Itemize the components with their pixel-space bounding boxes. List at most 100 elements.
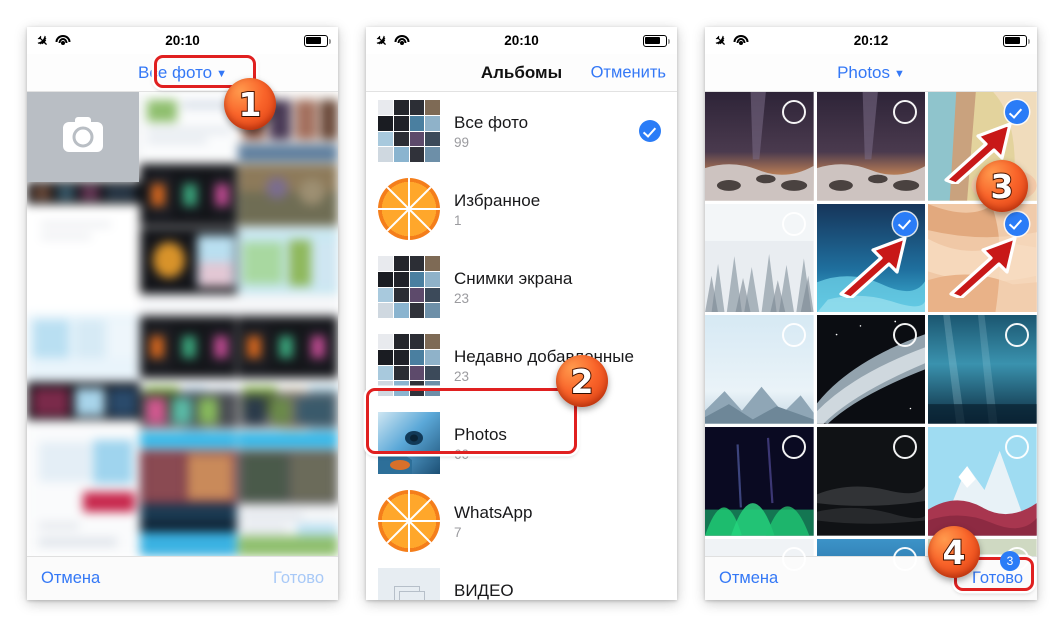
callout-badge-1: 1 [224, 78, 276, 130]
album-list[interactable]: Все фото 99 Избранное 1 Снимки экрана 23… [366, 92, 677, 600]
orange-slice-icon [378, 490, 440, 552]
status-right-icons-panel3 [1003, 34, 1031, 47]
album-row-favorites[interactable]: Избранное 1 [366, 170, 677, 248]
album-count: 23 [454, 291, 470, 307]
status-bar-panel3: ✈ 20:12 [705, 27, 1037, 54]
select-circle-icon[interactable] [781, 546, 806, 571]
toolbar-panel1: Отмена Готово [27, 556, 338, 600]
phone-panel-all-photos: ✈ 20:10 Все фото ▼ Отмена Готово [27, 27, 338, 600]
camera-button[interactable] [27, 92, 139, 182]
done-button-panel1[interactable]: Готово [273, 569, 324, 588]
album-thumbnail [378, 256, 440, 318]
album-picker-button-panel3[interactable]: Photos ▼ [837, 63, 905, 83]
grid-cell-8[interactable] [816, 315, 926, 425]
status-right-icons-panel2 [643, 34, 671, 47]
cancel-button-panel1[interactable]: Отмена [41, 569, 100, 588]
album-name: ВИДЕО [454, 580, 514, 600]
callout-badge-4: 4 [928, 526, 980, 578]
chevron-down-icon: ▼ [894, 67, 905, 80]
callout-badge-3-number: 3 [990, 166, 1015, 206]
blurred-photo-gallery[interactable] [27, 92, 338, 556]
select-circle-icon[interactable] [781, 323, 806, 348]
album-thumbnail [378, 178, 440, 240]
grid-cell-1[interactable] [705, 92, 814, 201]
album-text: Все фото 99 [454, 112, 639, 150]
grid-cell-10[interactable] [705, 427, 814, 536]
album-text: Снимки экрана 23 [454, 268, 665, 306]
orange-slice-icon [378, 178, 440, 240]
album-row-photos[interactable]: Photos 60 [366, 404, 677, 482]
arrow-to-check-cell5 [839, 236, 907, 298]
navbar-panel2: Альбомы Отменить [366, 54, 677, 92]
album-selected-check-icon [639, 120, 661, 142]
grid-cell-4[interactable] [705, 203, 814, 313]
status-time: 20:10 [165, 33, 200, 48]
album-text: ВИДЕО 4 [454, 580, 665, 600]
album-thumbnail [378, 100, 440, 162]
grid-cell-11[interactable] [816, 427, 926, 536]
album-row-recently-added[interactable]: Недавно добавленные 23 [366, 326, 677, 404]
album-count: 7 [454, 525, 462, 541]
camera-icon [63, 117, 103, 152]
grid-cell-12[interactable] [928, 427, 1037, 536]
album-count: 99 [454, 135, 470, 151]
callout-badge-4-number: 4 [942, 532, 967, 572]
select-circle-icon[interactable] [781, 100, 806, 124]
phone-panel-photos-grid: ✈ 20:12 Photos ▼ Отмена Готово [705, 27, 1037, 600]
grid-cell-7[interactable] [705, 315, 814, 425]
album-name: Все фото [454, 112, 529, 132]
battery-icon [304, 34, 332, 47]
collage-thumbnail [378, 100, 440, 162]
callout-badge-1-number: 1 [238, 84, 263, 124]
select-circle-icon[interactable] [1004, 435, 1029, 460]
grid-cell-9[interactable] [928, 315, 1037, 425]
status-time-panel3: 20:12 [853, 33, 889, 48]
photo-blue-thumbnail [378, 412, 440, 474]
album-name: Снимки экрана [454, 268, 573, 288]
done-button-panel3[interactable]: Готово [972, 569, 1023, 588]
status-time-panel2: 20:10 [504, 33, 539, 48]
album-row-whatsapp[interactable]: WhatsApp 7 [366, 482, 677, 560]
collage-thumbnail [378, 256, 440, 318]
select-circle-icon[interactable] [781, 435, 806, 460]
callout-badge-2-number: 2 [570, 361, 595, 401]
select-circle-icon[interactable] [781, 211, 806, 236]
status-bar: ✈ 20:10 [27, 27, 338, 54]
album-count: 1 [454, 213, 462, 229]
navbar-panel3: Photos ▼ [705, 54, 1037, 92]
chevron-down-icon: ▼ [216, 67, 228, 80]
page-title-albums: Альбомы [480, 62, 563, 82]
album-text: WhatsApp 7 [454, 502, 665, 540]
battery-icon [1003, 34, 1031, 47]
album-name: WhatsApp [454, 502, 533, 522]
collage-thumbnail [378, 334, 440, 396]
arrow-to-check-cell6 [949, 236, 1017, 298]
select-circle-icon[interactable] [893, 546, 918, 571]
callout-badge-3: 3 [976, 160, 1028, 212]
cancel-button-panel3[interactable]: Отмена [719, 569, 778, 588]
toolbar-panel3: Отмена Готово [705, 556, 1037, 600]
album-picker-label: Все фото [137, 62, 213, 82]
album-thumbnail [378, 334, 440, 396]
grid-cell-2[interactable] [816, 92, 926, 201]
album-name: Избранное [454, 190, 541, 210]
album-thumbnail [378, 490, 440, 552]
battery-icon [643, 34, 671, 47]
album-text: Photos 60 [454, 424, 665, 462]
album-row-video[interactable]: ВИДЕО 4 [366, 560, 677, 600]
album-thumbnail [378, 412, 440, 474]
album-picker-button[interactable]: Все фото ▼ [138, 63, 227, 83]
album-text: Избранное 1 [454, 190, 665, 228]
album-row-screenshots[interactable]: Снимки экрана 23 [366, 248, 677, 326]
album-name: Недавно добавленные [454, 346, 634, 366]
album-thumbnail [378, 568, 440, 600]
screenshot-root: ✈ 20:10 Все фото ▼ Отмена Готово 1 ✈ 20:… [0, 0, 1064, 631]
album-count: 60 [454, 447, 470, 463]
status-bar-panel2: ✈ 20:10 [366, 27, 677, 54]
cancel-button-panel2[interactable]: Отменить [591, 63, 666, 82]
status-right-icons [304, 34, 332, 47]
album-row-all-photos[interactable]: Все фото 99 [366, 92, 677, 170]
album-picker-label-panel3: Photos [837, 62, 891, 82]
album-name: Photos [454, 424, 507, 444]
done-count-badge: 3 [1000, 551, 1020, 571]
